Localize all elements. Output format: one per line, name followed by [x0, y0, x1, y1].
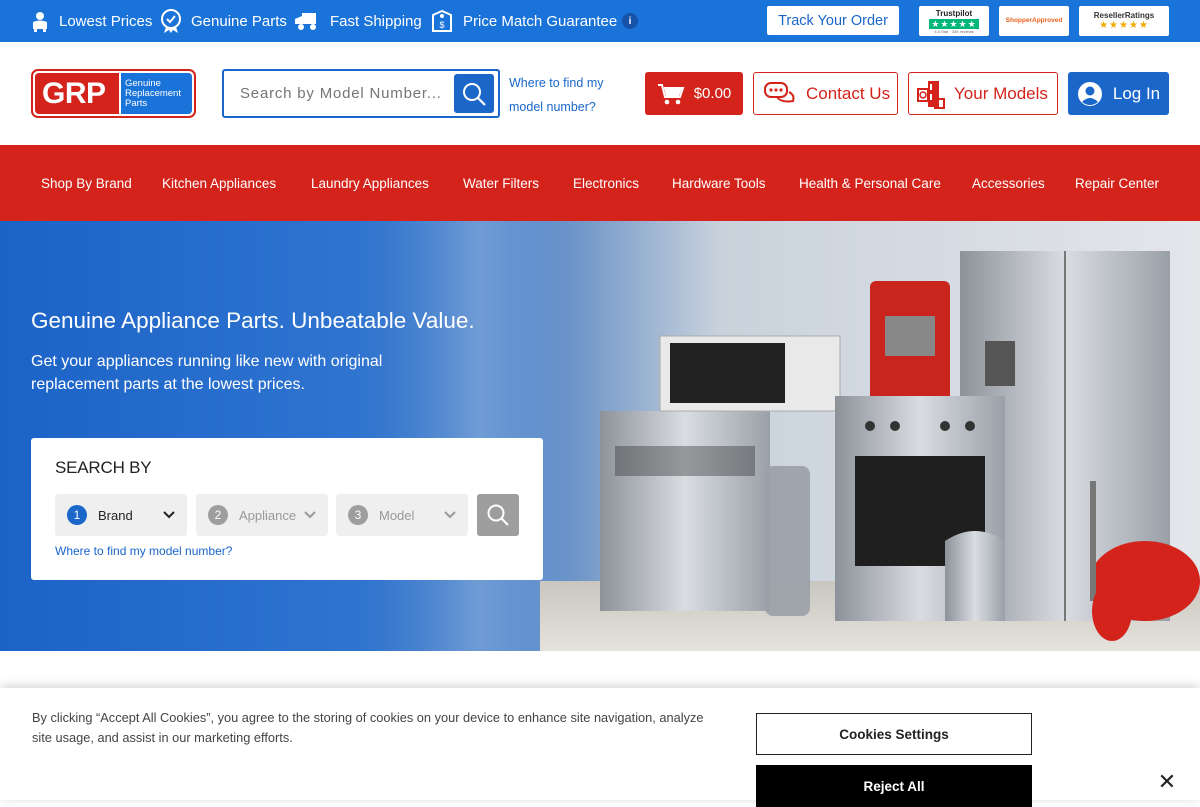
trustpilot-stars: ★★★★★: [929, 18, 979, 29]
login-label: Log In: [1112, 83, 1161, 103]
hero-appliances-image: [380, 221, 1200, 651]
info-icon[interactable]: i: [622, 13, 638, 29]
cart-total: $0.00: [693, 85, 732, 102]
cookie-banner: By clicking “Accept All Cookies”, you ag…: [0, 688, 1200, 807]
reject-all-button[interactable]: Reject All: [756, 765, 1032, 807]
chevron-down-icon: [444, 511, 456, 519]
cart-button[interactable]: $0.00: [645, 72, 743, 115]
svg-text:$: $: [439, 20, 444, 30]
shopper-approved-badge[interactable]: ShopperApproved: [999, 6, 1069, 36]
cookies-settings-button[interactable]: Cookies Settings: [756, 713, 1032, 755]
trustpilot-name: Trustpilot: [935, 8, 973, 18]
select-label: Brand: [98, 507, 133, 523]
login-button[interactable]: Log In: [1068, 72, 1169, 115]
nav-laundry-appliances[interactable]: Laundry Appliances: [311, 145, 429, 221]
search-button[interactable]: [454, 74, 494, 113]
benefit-label: Genuine Parts: [191, 12, 287, 30]
contact-us-button[interactable]: Contact Us: [753, 72, 898, 115]
nav-accessories[interactable]: Accessories: [972, 145, 1045, 221]
logo-line: Parts: [125, 97, 148, 109]
piggy-bank-icon: [33, 12, 47, 32]
logo-line: Replacement: [125, 87, 181, 99]
trustpilot-caption: 4.4 Star · 34K reviews: [934, 28, 974, 34]
hero-subtitle: Get your appliances running like new wit…: [31, 353, 383, 393]
nav-repair-center[interactable]: Repair Center: [1075, 145, 1159, 221]
step-number: 1: [67, 505, 87, 525]
user-icon: [1077, 81, 1102, 106]
nav-electronics[interactable]: Electronics: [573, 145, 639, 221]
nav-kitchen-appliances[interactable]: Kitchen Appliances: [162, 145, 276, 221]
brand-select[interactable]: 1 Brand: [55, 494, 187, 536]
where-model-number-link[interactable]: Where to find my model number?: [55, 544, 232, 558]
benefit-price-match: $ Price Match Guarantee: [430, 0, 617, 42]
appliances-icon: [917, 80, 945, 109]
main-nav: Shop By Brand Kitchen Appliances Laundry…: [0, 145, 1200, 221]
nav-health-personal-care[interactable]: Health & Personal Care: [799, 145, 941, 221]
benefit-fast-shipping: Fast Shipping: [295, 0, 422, 42]
reseller-ratings-stars: ★★★★★: [1099, 20, 1149, 31]
select-label: Model: [379, 507, 415, 523]
benefit-lowest-prices: Lowest Prices: [31, 0, 152, 42]
grp-logo[interactable]: GRP Genuine Replacement Parts: [31, 69, 196, 118]
logo-line: Genuine: [125, 77, 161, 89]
cart-icon: [657, 83, 685, 104]
nav-hardware-tools[interactable]: Hardware Tools: [672, 145, 766, 221]
your-models-label: Your Models: [954, 83, 1048, 103]
site-header: GRP Genuine Replacement Parts Where to f…: [0, 42, 1200, 145]
hero-title: Genuine Appliance Parts. Unbeatable Valu…: [31, 308, 475, 333]
model-search-box: [222, 69, 500, 118]
search-by-title: SEARCH BY: [55, 458, 152, 477]
model-select[interactable]: 3 Model: [336, 494, 468, 536]
benefit-label: Fast Shipping: [330, 12, 422, 30]
benefit-label: Price Match Guarantee: [463, 12, 618, 30]
top-benefits-bar: Lowest Prices Genuine Parts Fast Shippin…: [0, 0, 1200, 42]
benefit-genuine-parts: Genuine Parts: [160, 0, 287, 42]
hero-banner: Genuine Appliance Parts. Unbeatable Valu…: [0, 221, 1200, 651]
search-icon: [463, 82, 486, 106]
price-tag-icon: $: [432, 9, 452, 32]
track-order-button[interactable]: Track Your Order: [767, 6, 899, 35]
trustpilot-badge[interactable]: Trustpilot ★★★★★ 4.4 Star · 34K reviews: [919, 6, 989, 36]
chat-bubble-icon: [764, 81, 795, 102]
chevron-down-icon: [304, 511, 316, 519]
model-search-input[interactable]: [230, 73, 440, 114]
logo-letters: GRP: [42, 76, 106, 110]
chevron-down-icon: [163, 511, 175, 519]
cookie-text: By clicking “Accept All Cookies”, you ag…: [32, 710, 704, 745]
reseller-ratings-badge[interactable]: ResellerRatings ★★★★★: [1079, 6, 1169, 36]
select-label: Appliance: [239, 507, 297, 523]
your-models-button[interactable]: Your Models: [908, 72, 1058, 115]
close-icon[interactable]: ✕: [1156, 769, 1178, 794]
search-by-submit-button[interactable]: [477, 494, 519, 536]
step-number: 2: [208, 505, 228, 525]
step-number: 3: [348, 505, 368, 525]
search-icon: [487, 504, 509, 526]
nav-water-filters[interactable]: Water Filters: [463, 145, 539, 221]
nav-shop-by-brand[interactable]: Shop By Brand: [41, 145, 132, 221]
search-by-card: SEARCH BY 1 Brand 2 Appliance 3 Model Wh…: [31, 438, 543, 580]
shopper-approved-name: ShopperApproved: [1005, 17, 1063, 24]
truck-icon: [295, 13, 316, 30]
appliance-select[interactable]: 2 Appliance: [196, 494, 328, 536]
where-model-number-link[interactable]: Where to find my model number?: [509, 71, 629, 119]
benefit-label: Lowest Prices: [59, 12, 153, 30]
certified-badge-icon: [161, 9, 181, 33]
contact-us-label: Contact Us: [806, 83, 891, 103]
